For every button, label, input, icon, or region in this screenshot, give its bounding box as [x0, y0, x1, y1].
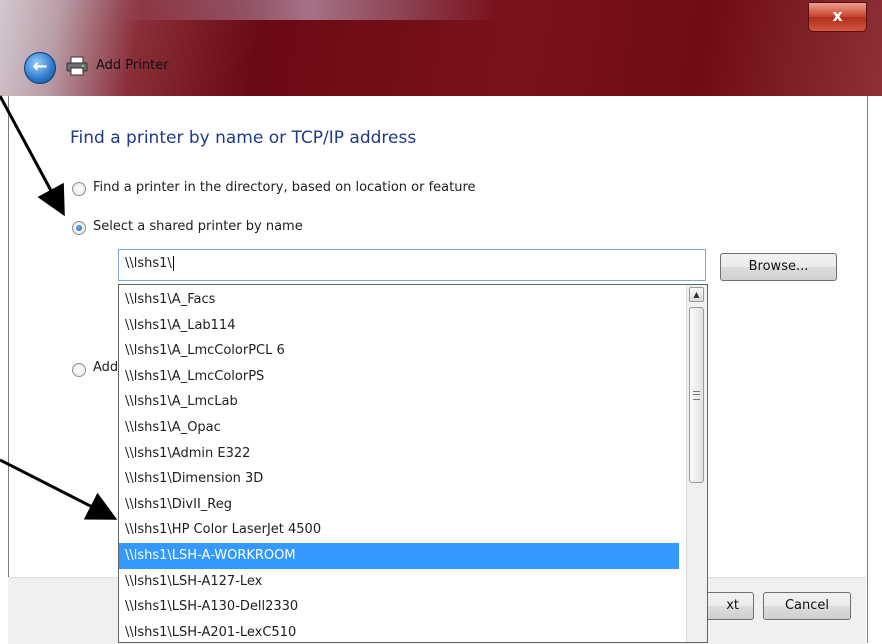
- annotation-arrow-1: [0, 95, 65, 217]
- annotation-arrow-2: [0, 458, 118, 520]
- annotation-arrows: [0, 95, 118, 520]
